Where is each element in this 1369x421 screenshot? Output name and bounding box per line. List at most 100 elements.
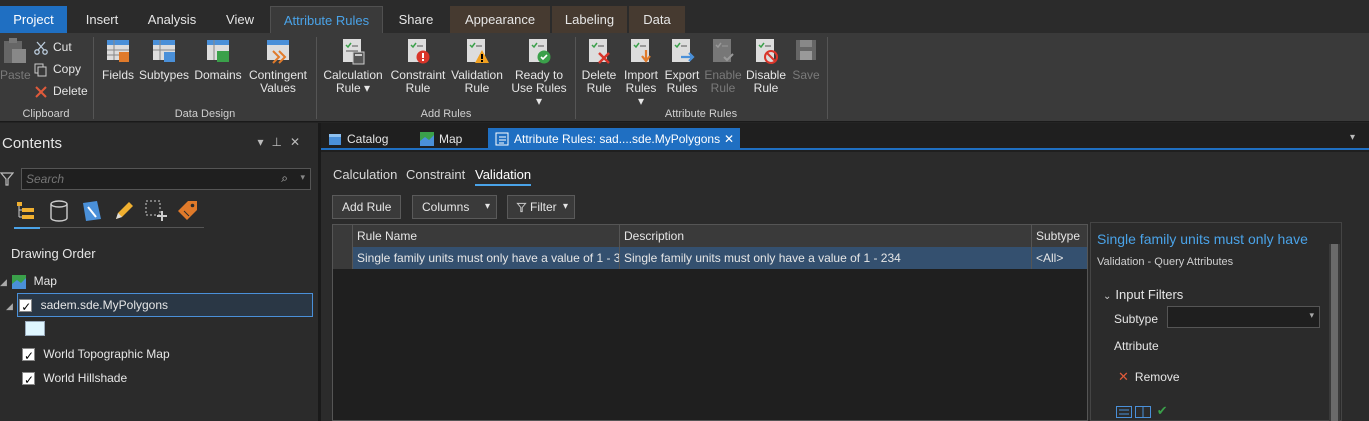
pane-menu-icon[interactable]: ▾ bbox=[257, 135, 271, 149]
row-selector[interactable] bbox=[333, 247, 353, 269]
calculation-rule-button[interactable]: Calculation Rule ▾ bbox=[321, 37, 385, 95]
export-rules-icon bbox=[672, 39, 695, 62]
paste-button[interactable]: Paste bbox=[0, 37, 31, 82]
layer-visibility-checkbox[interactable] bbox=[22, 369, 35, 391]
layer-visibility-checkbox[interactable] bbox=[19, 296, 33, 318]
validation-rule-button[interactable]: Validation Rule bbox=[450, 37, 504, 95]
subtypes-label: Subtypes bbox=[138, 68, 190, 82]
fields-icon bbox=[107, 40, 129, 62]
description-cell[interactable]: Single family units must only have a val… bbox=[620, 247, 1032, 269]
tree-item-map[interactable]: ◢ Map bbox=[0, 270, 57, 292]
rule-tab-validation[interactable]: Validation bbox=[475, 167, 532, 186]
delete-label: Delete bbox=[53, 84, 88, 98]
copy-button[interactable]: Copy bbox=[34, 59, 81, 79]
tab-project[interactable]: Project bbox=[0, 6, 67, 33]
close-icon[interactable]: ✕ bbox=[290, 135, 308, 149]
selection-icon[interactable] bbox=[80, 199, 104, 223]
remove-button[interactable]: ✕ Remove bbox=[1118, 369, 1180, 385]
search-box: ⌕ ▾ bbox=[21, 168, 311, 190]
rule-tab-calculation[interactable]: Calculation bbox=[333, 167, 397, 182]
search-icon[interactable]: ⌕ bbox=[281, 171, 288, 186]
document-tabs: Catalog Map Attribute Rules: sad....sde.… bbox=[321, 128, 1369, 150]
value-list-icon[interactable] bbox=[1135, 405, 1152, 418]
chevron-down-icon[interactable]: ▾ bbox=[300, 172, 305, 183]
subtype-select[interactable]: ▾ bbox=[1167, 306, 1320, 328]
disable-rule-button[interactable]: Disable Rule bbox=[745, 37, 787, 95]
delete-rule-label-1: Delete bbox=[581, 68, 617, 82]
rule-tab-constraint[interactable]: Constraint bbox=[406, 167, 465, 182]
labeling-icon[interactable] bbox=[176, 199, 200, 223]
editing-pencil-icon[interactable] bbox=[112, 199, 136, 223]
save-label: Save bbox=[792, 68, 820, 82]
rule-subtitle: Validation - Query Attributes bbox=[1097, 256, 1234, 268]
paste-label: Paste bbox=[0, 68, 31, 82]
drawing-order-icon[interactable] bbox=[14, 199, 38, 223]
import-rules-button[interactable]: Import Rules ▾ bbox=[621, 37, 661, 108]
doc-tab-map[interactable]: Map bbox=[413, 128, 483, 150]
add-rule-button[interactable]: Add Rule bbox=[332, 195, 402, 219]
rule-name-cell[interactable]: Single family units must only have a val… bbox=[353, 247, 620, 269]
polygon-symbol-swatch[interactable] bbox=[25, 321, 45, 336]
tree-item-layer[interactable]: World Topographic Map bbox=[22, 343, 170, 367]
columns-dropdown[interactable]: Columns ▾ bbox=[412, 195, 497, 219]
export-rules-button[interactable]: Export Rules bbox=[663, 37, 701, 95]
checkmark-icon[interactable]: ✔ bbox=[1157, 403, 1168, 418]
tab-share[interactable]: Share bbox=[385, 6, 447, 33]
ready-to-use-rules-button[interactable]: Ready to Use Rules ▾ bbox=[507, 37, 571, 108]
expand-triangle-icon[interactable]: ◢ bbox=[6, 301, 13, 311]
subtypes-button[interactable]: Subtypes bbox=[138, 37, 190, 82]
tab-labeling[interactable]: Labeling bbox=[552, 6, 627, 33]
group-label-attribute-rules: Attribute Rules bbox=[664, 108, 738, 120]
data-source-icon[interactable] bbox=[47, 199, 71, 223]
doc-tab-attribute-rules[interactable]: Attribute Rules: sad....sde.MyPolygons ✕ bbox=[488, 128, 740, 150]
collapse-chevron-icon[interactable]: ⌄ bbox=[1103, 291, 1111, 302]
tab-analysis[interactable]: Analysis bbox=[137, 6, 207, 33]
active-view-indicator bbox=[14, 227, 40, 229]
delete-rule-icon bbox=[589, 39, 610, 64]
field-list-icon[interactable] bbox=[1116, 405, 1132, 418]
input-filters-section[interactable]: ⌄ Input Filters bbox=[1103, 287, 1183, 302]
table-row[interactable]: Single family units must only have a val… bbox=[333, 247, 1087, 269]
tab-list-chevron-icon[interactable]: ▾ bbox=[1350, 132, 1355, 143]
close-tab-icon[interactable]: ✕ bbox=[724, 128, 734, 150]
pin-icon[interactable]: ⊥ bbox=[271, 135, 289, 149]
map-icon bbox=[12, 274, 27, 289]
column-header-rule-name[interactable]: Rule Name bbox=[353, 225, 620, 247]
save-icon bbox=[796, 40, 816, 60]
ready-label-1: Ready to bbox=[514, 68, 564, 82]
tab-attribute-rules[interactable]: Attribute Rules bbox=[270, 6, 383, 33]
search-input[interactable] bbox=[22, 169, 262, 189]
tab-appearance[interactable]: Appearance bbox=[450, 6, 550, 33]
snapping-icon[interactable] bbox=[144, 199, 168, 223]
tree-item-layer[interactable]: ◢ sadem.sde.MyPolygons bbox=[6, 294, 169, 318]
layer-visibility-checkbox[interactable] bbox=[22, 345, 35, 367]
panel-scrollbar-thumb[interactable] bbox=[1331, 244, 1338, 421]
fields-button[interactable]: Fields bbox=[100, 37, 136, 82]
layer-name: sadem.sde.MyPolygons bbox=[40, 298, 169, 312]
contingent-values-button[interactable]: Contingent Values bbox=[246, 37, 310, 95]
delete-button[interactable]: Delete bbox=[34, 81, 88, 101]
filter-dropdown[interactable]: Filter ▾ bbox=[507, 195, 575, 219]
import-rules-icon bbox=[631, 39, 651, 63]
tab-insert[interactable]: Insert bbox=[72, 6, 132, 33]
column-header-subtype[interactable]: Subtype bbox=[1032, 225, 1087, 247]
constraint-rule-button[interactable]: Constraint Rule bbox=[389, 37, 447, 95]
enable-rule-button[interactable]: Enable Rule bbox=[703, 37, 743, 95]
expand-triangle-icon[interactable]: ◢ bbox=[0, 277, 7, 287]
doc-tab-catalog[interactable]: Catalog bbox=[321, 128, 411, 150]
subtypes-icon bbox=[153, 40, 175, 62]
pane-controls: ▾⊥✕ bbox=[257, 135, 308, 149]
column-header-description[interactable]: Description bbox=[620, 225, 1032, 247]
delete-rule-button[interactable]: Delete Rule bbox=[580, 37, 618, 95]
tab-data[interactable]: Data bbox=[629, 6, 685, 33]
subtype-cell[interactable]: <All> bbox=[1032, 247, 1087, 269]
group-label-clipboard: Clipboard bbox=[22, 108, 70, 120]
domains-button[interactable]: Domains bbox=[193, 37, 243, 82]
filter-icon[interactable] bbox=[0, 171, 14, 187]
tab-view[interactable]: View bbox=[212, 6, 268, 33]
layer-name: World Hillshade bbox=[43, 371, 128, 385]
save-button[interactable]: Save bbox=[790, 37, 822, 82]
cut-button[interactable]: Cut bbox=[34, 37, 72, 57]
calc-label-2: Rule bbox=[335, 81, 361, 95]
tree-item-layer[interactable]: World Hillshade bbox=[22, 367, 128, 391]
